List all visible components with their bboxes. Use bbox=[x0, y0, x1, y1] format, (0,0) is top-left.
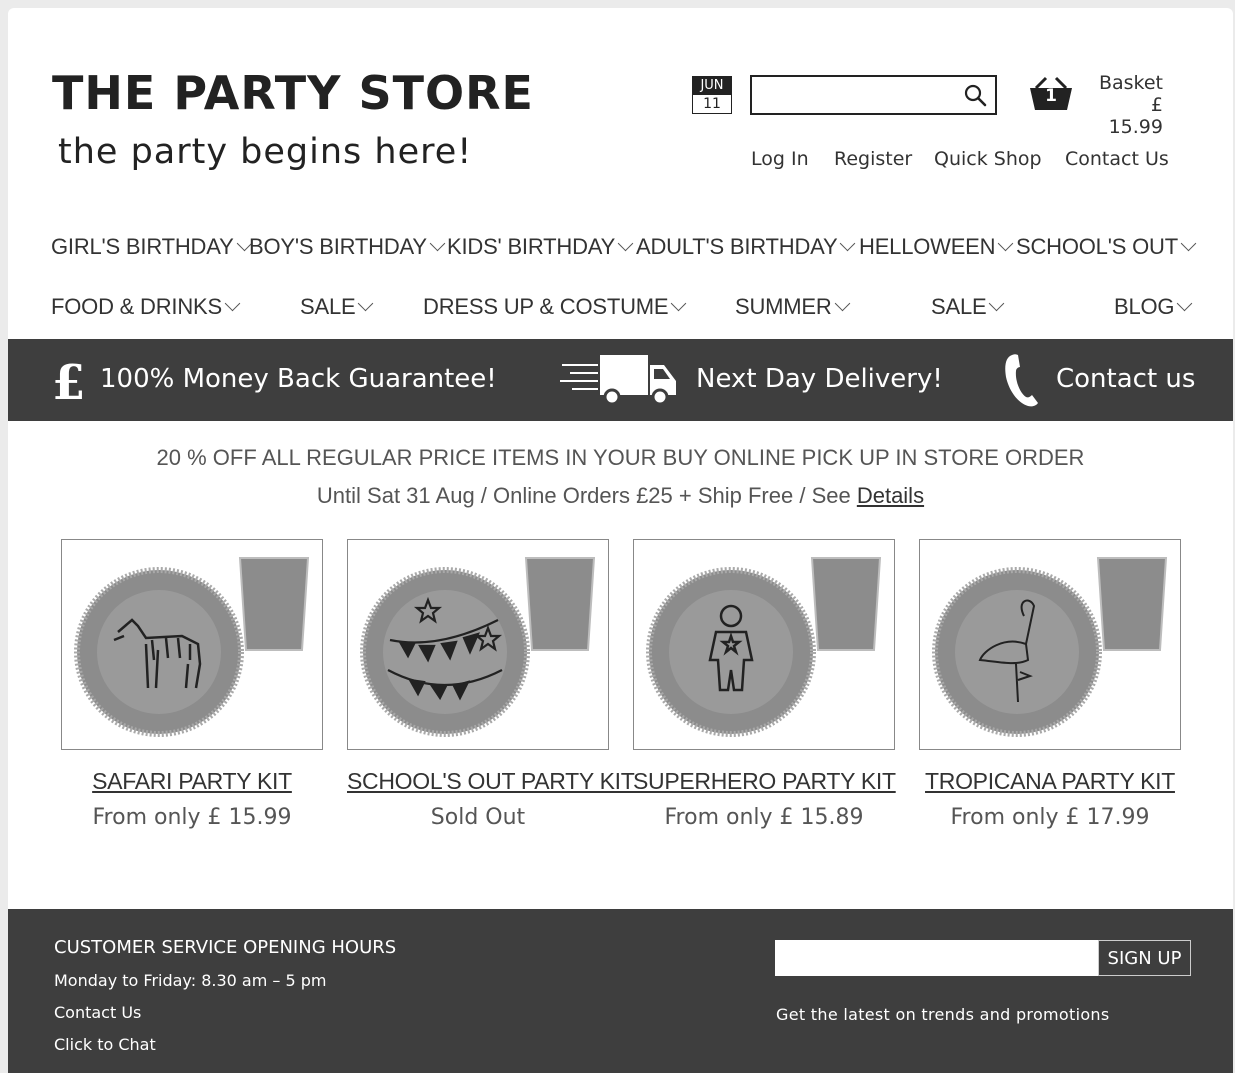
site-footer: CUSTOMER SERVICE OPENING HOURS Monday to… bbox=[8, 909, 1233, 1073]
product-card[interactable]: SUPERHERO PARTY KIT From only £ 15.89 bbox=[633, 539, 896, 830]
nav-label: BOY'S BIRTHDAY bbox=[249, 234, 427, 259]
paper-cup-icon bbox=[810, 557, 882, 651]
chevron-down-icon bbox=[840, 235, 856, 252]
product-image[interactable] bbox=[919, 539, 1181, 750]
product-image[interactable] bbox=[633, 539, 895, 750]
nav-boys-birthday[interactable]: BOY'S BIRTHDAY bbox=[249, 234, 446, 260]
delivery-text: Next Day Delivery! bbox=[696, 364, 943, 394]
benefits-banner: £ 100% Money Back Guarantee! Next Day De… bbox=[8, 339, 1233, 421]
chevron-down-icon bbox=[834, 295, 850, 312]
product-card[interactable]: TROPICANA PARTY KIT From only £ 17.99 bbox=[919, 539, 1181, 830]
nav-label: BLOG bbox=[1114, 294, 1175, 319]
basket-label: Basket bbox=[1098, 72, 1163, 94]
phone-icon bbox=[1005, 354, 1038, 407]
chevron-down-icon bbox=[358, 295, 374, 312]
quick-shop-link[interactable]: Quick Shop bbox=[934, 148, 1042, 170]
newsletter-note: Get the latest on trends and promotions bbox=[776, 1005, 1110, 1024]
footer-hours: Monday to Friday: 8.30 am – 5 pm bbox=[54, 971, 327, 990]
search-input[interactable] bbox=[758, 77, 958, 111]
paper-plate-icon bbox=[360, 567, 530, 737]
contact-us-link[interactable]: Contact Us bbox=[1065, 148, 1169, 170]
page: THE PARTY STORE the party begins here! J… bbox=[8, 8, 1233, 1073]
nav-kids-birthday[interactable]: KIDS' BIRTHDAY bbox=[447, 234, 634, 260]
nav-label: GIRL'S BIRTHDAY bbox=[51, 234, 234, 259]
chevron-down-icon bbox=[671, 295, 687, 312]
basket-total: £ 15.99 bbox=[1108, 94, 1163, 138]
calendar-date-badge: JUN 11 bbox=[692, 76, 732, 114]
promo-headline: 20 % OFF ALL REGULAR PRICE ITEMS IN YOUR… bbox=[156, 445, 1085, 470]
store-tagline: the party begins here! bbox=[58, 132, 473, 172]
register-link[interactable]: Register bbox=[834, 148, 912, 170]
nav-sale[interactable]: SALE bbox=[300, 294, 374, 320]
svg-text:£: £ bbox=[52, 357, 85, 405]
product-name[interactable]: SUPERHERO PARTY KIT bbox=[633, 768, 896, 795]
nav-label: FOOD & DRINKS bbox=[51, 294, 222, 319]
paper-plate-icon bbox=[646, 567, 816, 737]
nav-schools-out[interactable]: SCHOOL'S OUT bbox=[1016, 234, 1197, 260]
chevron-down-icon bbox=[1177, 295, 1193, 312]
login-link[interactable]: Log In bbox=[751, 148, 809, 170]
paper-plate-icon bbox=[932, 567, 1102, 737]
nav-label: ADULT'S BIRTHDAY bbox=[636, 234, 838, 259]
search-icon[interactable] bbox=[963, 83, 987, 107]
product-price: From only £ 17.99 bbox=[950, 805, 1150, 830]
nav-dress-up-costume[interactable]: DRESS UP & COSTUME bbox=[423, 294, 687, 320]
nav-label: SALE bbox=[931, 294, 987, 319]
nav-label: SUMMER bbox=[735, 294, 832, 319]
product-card[interactable]: SAFARI PARTY KIT From only £ 15.99 bbox=[61, 539, 323, 830]
product-price: From only £ 15.99 bbox=[92, 805, 292, 830]
store-logo-title[interactable]: THE PARTY STORE bbox=[52, 66, 534, 120]
chevron-down-icon bbox=[617, 235, 634, 252]
date-month: JUN bbox=[693, 77, 731, 95]
basket-count: 1 bbox=[1045, 86, 1057, 106]
chevron-down-icon bbox=[224, 295, 241, 312]
product-name[interactable]: SAFARI PARTY KIT bbox=[61, 768, 323, 795]
product-price: From only £ 15.89 bbox=[664, 805, 864, 830]
chevron-down-icon bbox=[1180, 235, 1197, 252]
guarantee-text: 100% Money Back Guarantee! bbox=[100, 364, 497, 394]
nav-label: DRESS UP & COSTUME bbox=[423, 294, 669, 319]
product-name[interactable]: TROPICANA PARTY KIT bbox=[919, 768, 1181, 795]
nav-summer[interactable]: SUMMER bbox=[735, 294, 850, 320]
footer-contact-link[interactable]: Contact Us bbox=[54, 1003, 141, 1022]
nav-label: SALE bbox=[300, 294, 356, 319]
product-image[interactable] bbox=[61, 539, 323, 750]
chevron-down-icon bbox=[989, 295, 1005, 312]
nav-girls-birthday[interactable]: GIRL'S BIRTHDAY bbox=[51, 234, 252, 260]
paper-cup-icon bbox=[524, 557, 596, 651]
paper-cup-icon bbox=[238, 557, 310, 651]
details-link[interactable]: Details bbox=[857, 483, 924, 508]
product-name[interactable]: SCHOOL'S OUT PARTY KIT bbox=[347, 768, 635, 795]
promo-terms: Until Sat 31 Aug / Online Orders £25 + S… bbox=[316, 483, 857, 508]
search-box[interactable] bbox=[750, 75, 997, 115]
nav-adults-birthday[interactable]: ADULT'S BIRTHDAY bbox=[636, 234, 856, 260]
nav-label: SCHOOL'S OUT bbox=[1016, 234, 1178, 259]
nav-label: HELLOWEEN bbox=[859, 234, 996, 259]
promo-subline: Until Sat 31 Aug / Online Orders £25 + S… bbox=[8, 483, 1233, 509]
paper-cup-icon bbox=[1096, 557, 1168, 651]
product-image[interactable] bbox=[347, 539, 609, 750]
contact-us-banner-link[interactable]: Contact us bbox=[1056, 364, 1195, 394]
nav-label: KIDS' BIRTHDAY bbox=[447, 234, 616, 259]
nav-helloween[interactable]: HELLOWEEN bbox=[859, 234, 1014, 260]
nav-sale-2[interactable]: SALE bbox=[931, 294, 1005, 320]
pound-icon: £ bbox=[52, 357, 85, 405]
delivery-truck-icon bbox=[560, 355, 676, 406]
product-card[interactable]: SCHOOL'S OUT PARTY KIT Sold Out bbox=[347, 539, 635, 830]
chevron-down-icon bbox=[429, 235, 446, 252]
newsletter-email-field[interactable] bbox=[775, 940, 1098, 976]
product-price: Sold Out bbox=[430, 805, 526, 830]
footer-chat-link[interactable]: Click to Chat bbox=[54, 1035, 156, 1054]
nav-blog[interactable]: BLOG bbox=[1114, 294, 1193, 320]
nav-food-drinks[interactable]: FOOD & DRINKS bbox=[51, 294, 241, 320]
basket-summary[interactable]: Basket £ 15.99 bbox=[1093, 72, 1163, 138]
chevron-down-icon bbox=[998, 235, 1014, 252]
sign-up-button[interactable]: SIGN UP bbox=[1098, 940, 1191, 976]
footer-hours-heading: CUSTOMER SERVICE OPENING HOURS bbox=[54, 937, 397, 958]
date-day: 11 bbox=[703, 96, 721, 112]
